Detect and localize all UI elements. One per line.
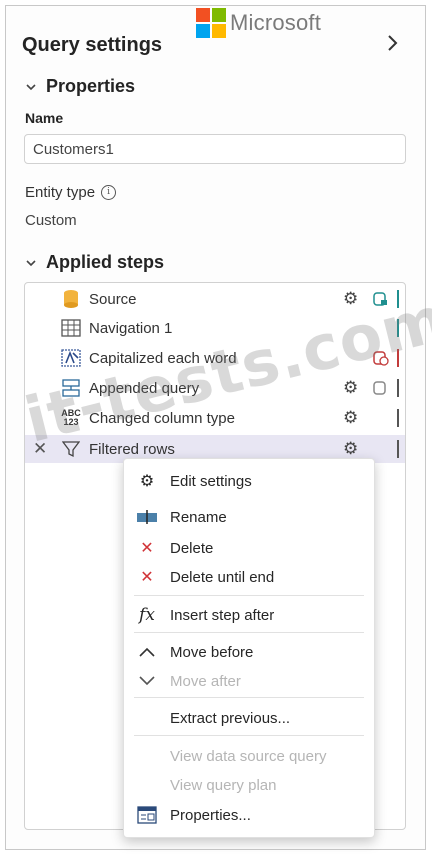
step-source[interactable]: Source ⚙ — [25, 285, 405, 313]
step-status-bar — [397, 440, 399, 458]
numeric-label: 123 — [63, 417, 79, 427]
menu-item-label: View query plan — [170, 776, 277, 794]
warning-db-icon — [373, 350, 389, 366]
applied-steps-heading: Applied steps — [46, 252, 165, 272]
menu-item-view-data-source-query: View data source query — [124, 742, 374, 770]
database-icon — [61, 289, 81, 309]
step-changed-column-type[interactable]: ABC 123 Changed column type ⚙ — [25, 404, 405, 432]
append-query-icon — [61, 378, 81, 398]
menu-item-label: Insert step after — [170, 606, 275, 624]
step-label: Source — [89, 290, 137, 308]
chevron-down-icon — [26, 256, 36, 270]
abc-123-icon: ABC 123 — [61, 408, 81, 428]
entity-type-value: Custom — [25, 212, 77, 229]
info-icon[interactable]: i — [101, 185, 117, 200]
capitalize-icon — [61, 348, 81, 368]
gear-icon[interactable]: ⚙ — [343, 289, 358, 309]
table-grid-icon — [61, 318, 81, 338]
menu-divider — [134, 595, 364, 596]
microsoft-logo: Microsoft — [196, 8, 321, 38]
menu-item-rename[interactable]: Rename — [124, 503, 374, 531]
filter-icon — [61, 439, 81, 459]
close-icon[interactable]: ✕ — [33, 439, 47, 459]
menu-item-move-after: Move after — [124, 667, 374, 695]
menu-item-delete-until-end[interactable]: ✕ Delete until end — [124, 563, 374, 591]
menu-item-move-before[interactable]: Move before — [124, 638, 374, 666]
menu-item-delete[interactable]: ✕ Delete — [124, 534, 374, 562]
menu-item-label: Rename — [170, 508, 227, 526]
step-label: Capitalized each word — [89, 349, 237, 367]
name-label: Name — [25, 110, 64, 126]
menu-divider — [134, 735, 364, 736]
properties-heading: Properties — [46, 76, 136, 96]
step-status-bar — [397, 379, 399, 397]
close-icon: ✕ — [140, 540, 154, 557]
data-source-icon — [373, 380, 389, 396]
applied-steps-section-toggle[interactable]: Applied steps — [26, 252, 164, 273]
panel-title: Query settings — [22, 34, 163, 56]
menu-item-label: View data source query — [170, 747, 327, 765]
step-capitalized-each-word[interactable]: Capitalized each word — [25, 344, 405, 372]
close-icon: ✕ — [140, 569, 154, 586]
menu-item-label: Move before — [170, 643, 254, 661]
gear-icon[interactable]: ⚙ — [343, 408, 358, 428]
menu-item-label: Edit settings — [170, 472, 252, 490]
chevron-down-icon — [26, 80, 36, 94]
properties-icon — [136, 804, 158, 826]
entity-type-label: Entity type i — [25, 184, 117, 201]
step-label: Filtered rows — [89, 440, 175, 458]
step-navigation-1[interactable]: Navigation 1 — [25, 314, 405, 342]
gear-icon[interactable]: ⚙ — [343, 439, 358, 459]
step-context-menu: ⚙ Edit settings Rename ✕ Delete ✕ Delete… — [123, 458, 375, 838]
menu-divider — [134, 697, 364, 698]
step-label: Appended query — [89, 379, 200, 397]
menu-item-edit-settings[interactable]: ⚙ Edit settings — [124, 467, 374, 495]
chevron-right-icon[interactable] — [386, 34, 398, 58]
step-status-bar — [397, 409, 399, 427]
menu-item-view-query-plan: View query plan — [124, 771, 374, 799]
fx-icon: fx — [139, 605, 155, 625]
menu-item-label: Properties... — [170, 806, 251, 824]
menu-item-label: Move after — [170, 672, 241, 690]
name-input[interactable] — [24, 134, 406, 164]
microsoft-logo-icon — [196, 8, 226, 38]
step-status-bar — [397, 319, 399, 337]
step-label: Navigation 1 — [89, 319, 173, 337]
chevron-down-icon — [136, 670, 158, 692]
menu-item-insert-step-after[interactable]: fx Insert step after — [124, 601, 374, 629]
step-appended-query[interactable]: Appended query ⚙ — [25, 374, 405, 402]
menu-item-label: Delete — [170, 539, 214, 557]
rename-icon — [136, 506, 158, 528]
step-label: Changed column type — [89, 409, 235, 427]
entity-type-label-text: Entity type — [25, 184, 96, 201]
chevron-up-icon — [136, 641, 158, 663]
menu-item-extract-previous[interactable]: Extract previous... — [124, 704, 374, 732]
step-status-bar — [397, 349, 399, 367]
properties-section-toggle[interactable]: Properties — [26, 76, 135, 97]
menu-item-label: Extract previous... — [170, 709, 291, 727]
gear-icon[interactable]: ⚙ — [343, 378, 358, 398]
menu-item-label: Delete until end — [170, 568, 275, 586]
menu-item-properties[interactable]: Properties... — [124, 801, 374, 829]
step-status-bar — [397, 290, 399, 308]
data-source-icon — [373, 291, 389, 307]
brand-name: Microsoft — [230, 10, 322, 35]
gear-icon: ⚙ — [139, 473, 155, 490]
menu-divider — [134, 632, 364, 633]
